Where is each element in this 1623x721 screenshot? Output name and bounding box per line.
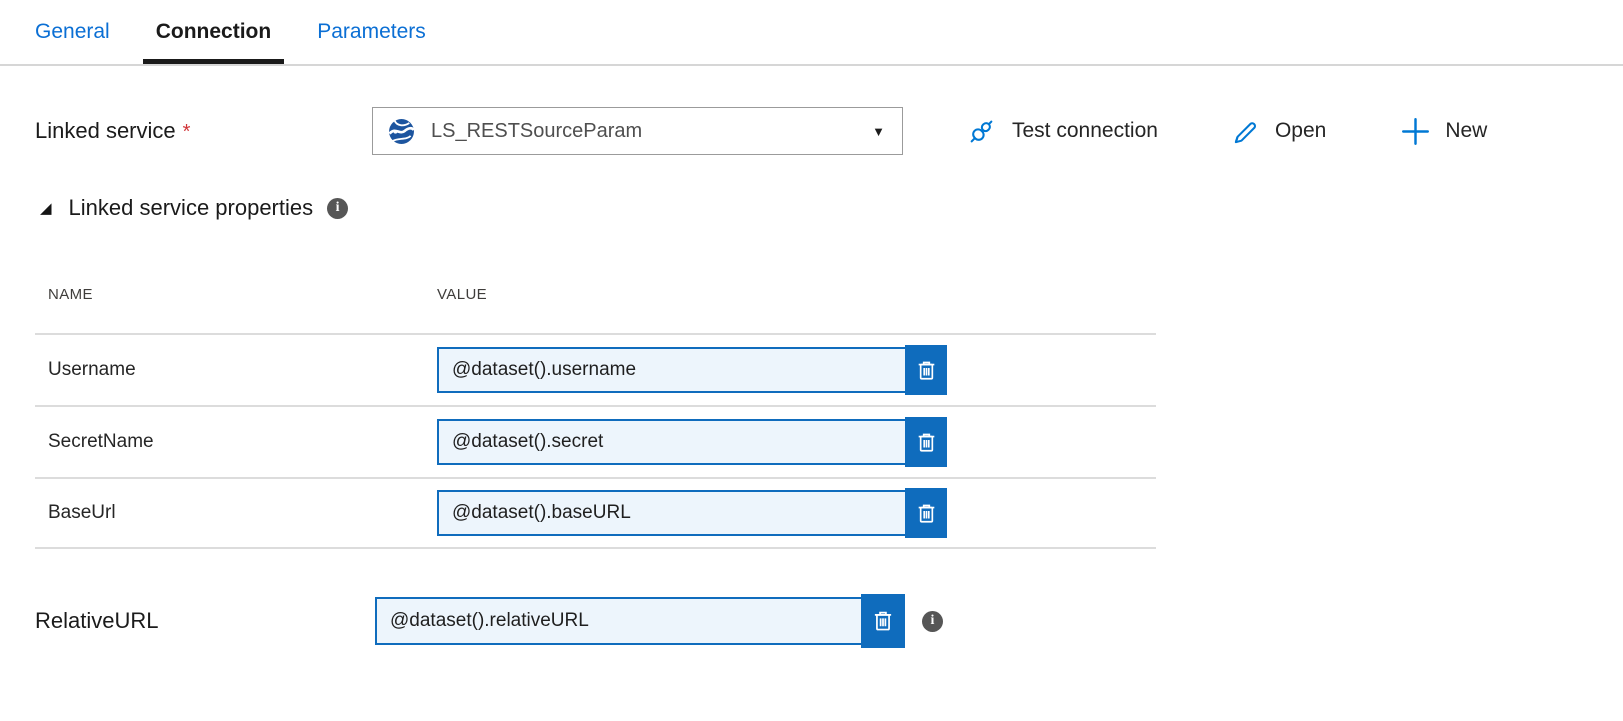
- linked-service-properties-header: ◢ Linked service properties i: [0, 195, 1623, 221]
- tab-connection[interactable]: Connection: [156, 0, 272, 64]
- property-name: SecretName: [35, 431, 437, 453]
- info-icon[interactable]: i: [327, 198, 348, 219]
- property-value-cell: [437, 419, 947, 465]
- open-label: Open: [1275, 119, 1326, 143]
- rest-connector-icon: [388, 118, 415, 145]
- open-button[interactable]: Open: [1232, 117, 1326, 146]
- relative-url-label: RelativeURL: [35, 608, 375, 634]
- table-row: BaseUrl: [35, 477, 1156, 549]
- linked-service-actions: Test connection Open New: [965, 115, 1487, 148]
- section-title: Linked service properties: [69, 195, 314, 221]
- delete-button[interactable]: [905, 417, 947, 467]
- delete-button[interactable]: [905, 488, 947, 538]
- linked-service-label: Linked service *: [35, 118, 372, 144]
- test-connection-label: Test connection: [1012, 119, 1158, 143]
- property-value-cell: [437, 347, 947, 393]
- plug-icon: [965, 115, 998, 148]
- new-button[interactable]: New: [1400, 116, 1487, 147]
- relative-url-value-cell: [375, 597, 905, 645]
- plus-icon: [1400, 116, 1431, 147]
- tab-parameters[interactable]: Parameters: [317, 0, 426, 64]
- table-header-row: NAME VALUE: [35, 255, 1156, 333]
- info-icon[interactable]: i: [922, 611, 943, 632]
- property-name: Username: [35, 359, 437, 381]
- trash-icon: [914, 430, 939, 455]
- required-asterisk: *: [183, 121, 191, 143]
- linked-service-value: LS_RESTSourceParam: [431, 120, 642, 143]
- tab-general[interactable]: General: [35, 0, 110, 64]
- linked-service-row: Linked service * LS_RESTSourceParam ▼ Tes…: [0, 107, 1623, 155]
- relative-url-input[interactable]: [375, 597, 905, 645]
- linked-service-properties-table: NAME VALUE Username SecretName: [35, 255, 1156, 549]
- trash-icon: [914, 501, 939, 526]
- trash-icon: [914, 358, 939, 383]
- pencil-icon: [1232, 117, 1261, 146]
- relative-url-row: RelativeURL i: [0, 597, 1623, 645]
- table-row: Username: [35, 333, 1156, 405]
- property-name: BaseUrl: [35, 502, 437, 524]
- property-value-input[interactable]: [437, 490, 947, 536]
- test-connection-button[interactable]: Test connection: [965, 115, 1158, 148]
- column-header-value: VALUE: [437, 286, 487, 303]
- new-label: New: [1445, 119, 1487, 143]
- tab-bar: General Connection Parameters: [0, 0, 1623, 66]
- column-header-name: NAME: [35, 286, 437, 303]
- delete-button[interactable]: [905, 345, 947, 395]
- section-expander-triangle-icon[interactable]: ◢: [40, 201, 52, 216]
- property-value-input[interactable]: [437, 419, 947, 465]
- delete-button[interactable]: [861, 594, 905, 648]
- linked-service-dropdown[interactable]: LS_RESTSourceParam ▼: [372, 107, 903, 155]
- table-row: SecretName: [35, 405, 1156, 477]
- property-value-cell: [437, 490, 947, 536]
- property-value-input[interactable]: [437, 347, 947, 393]
- chevron-down-icon: ▼: [872, 124, 885, 139]
- trash-icon: [870, 608, 896, 634]
- linked-service-label-text: Linked service: [35, 118, 176, 143]
